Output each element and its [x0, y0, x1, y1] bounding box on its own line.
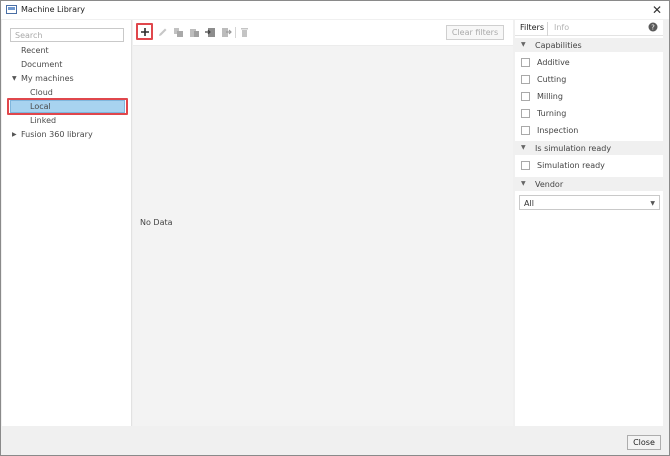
export-icon [221, 27, 232, 37]
callout-highlight-local [7, 98, 128, 115]
section-capabilities-label: Capabilities [535, 41, 582, 50]
delete-button[interactable] [238, 26, 250, 38]
tree-item-document[interactable]: Document [21, 60, 62, 70]
window-title: Machine Library [21, 5, 86, 14]
toolbar: Clear filters [133, 20, 513, 46]
filters-pane: Filters Info ? ▼ Capabilities Additive C… [515, 20, 663, 426]
duplicate-icon [173, 27, 183, 37]
search-input[interactable] [10, 28, 124, 42]
section-vendor[interactable]: ▼ Vendor [515, 177, 663, 191]
section-vendor-label: Vendor [535, 180, 564, 189]
import-button[interactable] [204, 26, 216, 38]
toolbar-divider [235, 27, 236, 38]
section-simulation-ready[interactable]: ▼ Is simulation ready [515, 141, 663, 155]
svg-text:?: ? [651, 24, 655, 32]
tree-item-my-machines[interactable]: My machines [21, 74, 74, 84]
window-close-icon[interactable]: ✕ [652, 2, 662, 18]
checkbox[interactable] [521, 92, 530, 101]
library-tree-pane: Recent Document ▼ My machines Cloud Loca… [2, 20, 132, 426]
expand-right-icon[interactable]: ▶ [12, 130, 17, 140]
collapse-icon: ▼ [521, 180, 526, 187]
clear-filters-button[interactable]: Clear filters [446, 25, 504, 40]
add-icon [140, 27, 149, 36]
close-button[interactable]: Close [627, 435, 661, 450]
paste-icon [189, 28, 199, 37]
filter-label: Inspection [537, 126, 579, 135]
chevron-down-icon: ▼ [650, 200, 655, 207]
paste-button[interactable] [188, 26, 200, 38]
tree-item-linked[interactable]: Linked [30, 116, 56, 126]
vendor-select-value: All [524, 199, 534, 208]
filter-label: Milling [537, 92, 563, 101]
add-button[interactable] [136, 23, 153, 40]
tree-item-cloud[interactable]: Cloud [30, 88, 53, 98]
collapse-icon: ▼ [521, 41, 526, 48]
import-icon [204, 27, 215, 37]
trash-icon [240, 27, 248, 37]
filter-label: Turning [537, 109, 567, 118]
edit-button[interactable] [156, 26, 168, 38]
tree-item-fusion-library[interactable]: Fusion 360 library [21, 130, 93, 140]
checkbox[interactable] [521, 109, 530, 118]
filter-label: Simulation ready [537, 161, 605, 170]
vendor-select[interactable]: All ▼ [519, 195, 660, 210]
title-bar: Machine Library ✕ [1, 1, 669, 19]
machine-library-window: Machine Library ✕ Recent Document ▼ My m… [0, 0, 670, 456]
help-icon[interactable]: ? [648, 22, 658, 32]
app-icon [6, 5, 17, 14]
checkbox[interactable] [521, 126, 530, 135]
machine-list-pane: Clear filters No Data [133, 20, 513, 426]
tree-item-recent[interactable]: Recent [21, 46, 49, 56]
filter-label: Cutting [537, 75, 567, 84]
checkbox[interactable] [521, 58, 530, 67]
section-capabilities[interactable]: ▼ Capabilities [515, 38, 663, 52]
collapse-icon: ▼ [521, 144, 526, 151]
edit-icon [158, 28, 166, 36]
filter-tabs: Filters Info ? [515, 20, 663, 36]
tab-info[interactable]: Info [554, 23, 569, 32]
section-simulation-label: Is simulation ready [535, 144, 612, 153]
empty-state-text: No Data [140, 218, 173, 227]
export-button[interactable] [220, 26, 232, 38]
duplicate-button[interactable] [172, 26, 184, 38]
tab-filters[interactable]: Filters [520, 23, 544, 32]
expand-down-icon[interactable]: ▼ [12, 74, 17, 84]
checkbox[interactable] [521, 75, 530, 84]
checkbox[interactable] [521, 161, 530, 170]
filter-label: Additive [537, 58, 570, 67]
